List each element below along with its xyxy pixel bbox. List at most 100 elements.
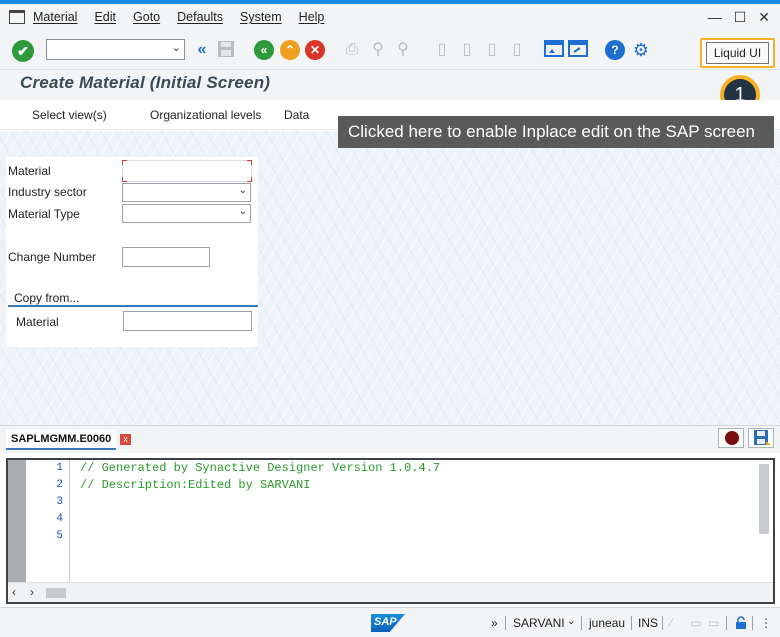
code-lines[interactable]: // Generated by Synactive Designer Versi… bbox=[80, 460, 440, 545]
close-icon[interactable]: ✕ bbox=[758, 9, 770, 26]
change-number-input[interactable] bbox=[122, 247, 210, 267]
script-save-button[interactable] bbox=[748, 428, 774, 448]
app-window-icon[interactable] bbox=[9, 10, 25, 24]
find-icon[interactable]: ⚲ bbox=[368, 40, 388, 60]
back-icon[interactable]: « bbox=[254, 40, 274, 60]
enter-checkmark-icon[interactable]: ✔ bbox=[12, 40, 34, 62]
tab-close-icon[interactable]: x bbox=[120, 434, 131, 445]
data-button[interactable]: Data bbox=[284, 108, 309, 122]
material-input[interactable] bbox=[122, 160, 252, 182]
page-title: Create Material (Initial Screen) bbox=[20, 73, 271, 92]
menu-material[interactable]: Material bbox=[33, 10, 77, 24]
double-chevron-left-icon[interactable]: « bbox=[192, 40, 212, 60]
status-server[interactable]: juneau bbox=[589, 616, 625, 630]
system-toolbar: ✔ ⌄ « « ⌃ ✕ ⎙ ⚲ ⚲ ▯ ▯ ▯ ▯ ? ⚙ bbox=[0, 30, 780, 70]
chevron-down-icon: ⌄ bbox=[238, 185, 247, 196]
menu-help[interactable]: Help bbox=[299, 10, 325, 24]
menu-goto[interactable]: Goto bbox=[133, 10, 160, 24]
sap-logo: SAP bbox=[371, 614, 405, 632]
status-user[interactable]: SARVANI bbox=[513, 616, 565, 630]
code-line[interactable]: // Generated by Synactive Designer Versi… bbox=[80, 460, 440, 477]
status-divider bbox=[581, 616, 582, 630]
liquid-ui-button[interactable]: Liquid UI bbox=[700, 38, 775, 68]
document-icon: ▭ bbox=[690, 616, 702, 630]
find-next-icon[interactable]: ⚲ bbox=[393, 40, 413, 60]
chevron-down-icon[interactable]: ⌄ bbox=[567, 616, 575, 627]
script-editor[interactable]: 1 2 3 4 5 // Generated by Synactive Desi… bbox=[6, 458, 775, 604]
scroll-right-icon[interactable]: › bbox=[30, 585, 34, 599]
copy-material-input[interactable] bbox=[123, 311, 252, 331]
line-numbers: 1 2 3 4 5 bbox=[26, 460, 70, 584]
help-icon[interactable]: ? bbox=[605, 40, 625, 60]
status-menu-icon[interactable]: ⋮ bbox=[760, 616, 772, 630]
code-line[interactable] bbox=[80, 511, 440, 528]
callout-tooltip: Clicked here to enable Inplace edit on t… bbox=[338, 116, 774, 148]
code-line[interactable] bbox=[80, 494, 440, 511]
material-type-label: Material Type bbox=[8, 207, 80, 221]
menu-bar: Material Edit Goto Defaults System Help … bbox=[0, 4, 780, 30]
horizontal-scroll-row: ‹ › bbox=[8, 582, 773, 602]
maximize-icon[interactable]: ☐ bbox=[734, 9, 747, 26]
lock-icon[interactable] bbox=[734, 616, 748, 633]
line-number: 5 bbox=[56, 530, 63, 542]
minimize-icon[interactable]: — bbox=[708, 9, 722, 26]
vertical-scrollbar[interactable] bbox=[759, 464, 769, 534]
new-session-icon[interactable] bbox=[544, 40, 564, 60]
record-button[interactable] bbox=[718, 428, 744, 448]
material-type-select[interactable]: ⌄ bbox=[122, 204, 251, 223]
connection-icon: ⁄ bbox=[670, 616, 673, 630]
window-controls: — ☐ ✕ bbox=[708, 9, 770, 26]
group-divider bbox=[8, 305, 258, 307]
line-number: 2 bbox=[56, 479, 63, 491]
previous-page-icon[interactable]: ▯ bbox=[457, 40, 477, 60]
chevron-down-icon[interactable]: ⌄ bbox=[172, 41, 181, 54]
select-views-button[interactable]: Select view(s) bbox=[32, 108, 107, 122]
chevron-down-icon: ⌄ bbox=[238, 206, 247, 217]
status-divider bbox=[662, 616, 663, 630]
material-label: Material bbox=[8, 164, 51, 178]
status-expand-icon[interactable]: » bbox=[491, 616, 498, 630]
shortcut-icon[interactable] bbox=[568, 40, 588, 60]
status-divider bbox=[505, 616, 506, 630]
record-icon bbox=[725, 431, 739, 445]
line-number: 3 bbox=[56, 496, 63, 508]
menu-edit[interactable]: Edit bbox=[94, 10, 116, 24]
status-bar: SAP » SARVANI ⌄ juneau INS ⁄ ▭ ▭ ⋮ bbox=[0, 607, 780, 637]
screen-title-bar: Create Material (Initial Screen) bbox=[0, 70, 780, 100]
code-line[interactable] bbox=[80, 528, 440, 545]
sap-logo-text: SAP bbox=[374, 616, 397, 628]
status-divider bbox=[752, 616, 753, 630]
copy-material-label: Material bbox=[16, 315, 59, 329]
print-icon[interactable]: ⎙ bbox=[342, 40, 362, 60]
menu-system[interactable]: System bbox=[240, 10, 282, 24]
cancel-icon[interactable]: ✕ bbox=[305, 40, 325, 60]
last-page-icon[interactable]: ▯ bbox=[507, 40, 527, 60]
organizational-levels-button[interactable]: Organizational levels bbox=[150, 108, 261, 122]
industry-sector-label: Industry sector bbox=[8, 185, 87, 199]
tab-saplmgmm-e0060[interactable]: SAPLMGMM.E0060 bbox=[6, 430, 117, 450]
command-field[interactable]: ⌄ bbox=[46, 39, 185, 60]
liquid-ui-label: Liquid UI bbox=[705, 42, 770, 64]
menu-defaults[interactable]: Defaults bbox=[177, 10, 223, 24]
save-icon bbox=[754, 430, 771, 445]
status-divider bbox=[726, 616, 727, 630]
save-icon[interactable] bbox=[216, 40, 236, 60]
change-number-label: Change Number bbox=[8, 250, 97, 264]
document-icon: ▭ bbox=[708, 616, 720, 630]
code-line[interactable]: // Description:Edited by SARVANI bbox=[80, 477, 440, 494]
exit-icon[interactable]: ⌃ bbox=[280, 40, 300, 60]
editor-gutter bbox=[8, 460, 26, 584]
industry-sector-select[interactable]: ⌄ bbox=[122, 183, 251, 202]
editor-tab-bar: SAPLMGMM.E0060 x bbox=[0, 425, 780, 453]
status-divider bbox=[631, 616, 632, 630]
first-page-icon[interactable]: ▯ bbox=[432, 40, 452, 60]
next-page-icon[interactable]: ▯ bbox=[482, 40, 502, 60]
copy-from-group: Copy from... Material bbox=[8, 290, 258, 346]
copy-from-heading: Copy from... bbox=[14, 291, 80, 305]
line-number: 4 bbox=[56, 513, 63, 525]
line-number: 1 bbox=[56, 462, 63, 474]
status-mode[interactable]: INS bbox=[638, 616, 658, 630]
horizontal-scroll-thumb[interactable] bbox=[46, 588, 66, 598]
scroll-left-icon[interactable]: ‹ bbox=[12, 585, 16, 599]
gear-icon[interactable]: ⚙ bbox=[631, 40, 651, 60]
